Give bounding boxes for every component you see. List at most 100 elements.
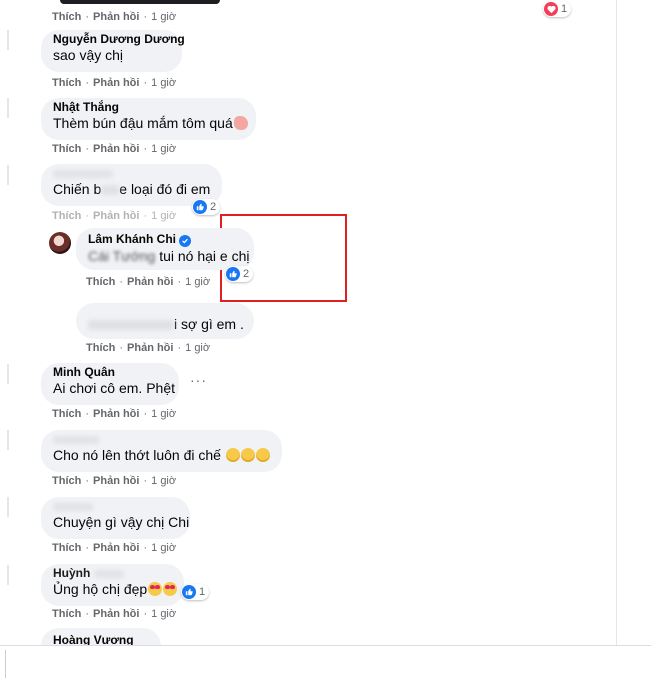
reaction-badge[interactable]: 2 — [225, 266, 254, 282]
comment-actions: Thích · Phản hồi · 1 giờ — [52, 77, 177, 89]
timestamp: 1 giờ — [151, 475, 177, 487]
grin-emoji — [255, 448, 270, 462]
reaction-count: 1 — [561, 3, 568, 15]
comment-text: Ai chơi cô em. Phệt — [53, 380, 176, 396]
comment-bubble: Huỳnh Ủng hộ chị đẹp — [41, 564, 184, 606]
reaction-count: 2 — [243, 268, 250, 280]
grin-emoji — [225, 448, 240, 462]
comment-author[interactable]: Huỳnh — [53, 566, 172, 580]
like-link[interactable]: Thích — [52, 11, 81, 23]
reply-link[interactable]: Phản hồi — [127, 342, 173, 354]
comment-author[interactable]: Minh Quân — [53, 365, 167, 379]
blurred-text — [88, 320, 174, 331]
shrimp-emoji — [233, 116, 248, 130]
thread-line — [7, 165, 9, 185]
like-link[interactable]: Thích — [52, 608, 81, 620]
reply-link[interactable]: Phản hồi — [93, 608, 139, 620]
comment-author[interactable]: Lâm Khánh Chi — [88, 232, 242, 247]
media-strip — [60, 0, 220, 4]
reaction-count: 2 — [210, 201, 217, 213]
comment-author[interactable] — [53, 499, 178, 513]
comment-actions: Thích · Phản hồi · 1 giờ — [52, 542, 177, 554]
blurred-name — [93, 569, 124, 578]
timestamp: 1 giờ — [151, 542, 177, 554]
verified-icon — [179, 235, 192, 247]
comment-author[interactable] — [53, 166, 210, 180]
like-icon — [226, 267, 240, 281]
comment-author[interactable]: Nguyễn Dương Dương — [53, 32, 185, 46]
reply-link[interactable]: Phản hồi — [93, 542, 139, 554]
heart-icon — [544, 2, 558, 16]
grin-emoji — [240, 448, 255, 462]
like-icon — [193, 200, 207, 214]
comment-bubble: Minh Quân Ai chơi cô em. Phệt — [41, 363, 179, 405]
comment-author[interactable] — [53, 432, 270, 446]
comment-text: Cho nó lên thớt luôn đi chế — [53, 446, 270, 464]
timestamp: 1 giờ — [151, 143, 177, 155]
bottom-edge — [5, 650, 6, 678]
like-link[interactable]: Thích — [52, 210, 81, 222]
like-link[interactable]: Thích — [52, 475, 81, 487]
like-icon — [182, 585, 196, 599]
comment-text: Chuyện gì vậy chị Chi — [53, 514, 190, 530]
page-divider — [616, 0, 617, 645]
comment-bubble: Cho nó lên thớt luôn đi chế — [41, 430, 282, 472]
timestamp: 1 giờ — [151, 408, 177, 420]
like-link[interactable]: Thích — [52, 143, 81, 155]
thread-line — [7, 364, 9, 384]
reply-link[interactable]: Phản hồi — [93, 210, 139, 222]
blurred-name — [53, 169, 113, 178]
avatar[interactable] — [49, 232, 71, 254]
reaction-count: 1 — [199, 586, 206, 598]
timestamp: 1 giờ — [185, 342, 211, 354]
comment-text: i sợ gì em . — [88, 315, 244, 333]
reaction-badge[interactable]: 2 — [192, 199, 221, 215]
reply-link[interactable]: Phản hồi — [127, 276, 173, 288]
comment-actions: Thích · Phản hồi · 1 giờ — [52, 408, 177, 420]
reply-link[interactable]: Phản hồi — [93, 143, 139, 155]
comment-text: Chiến be loại đó đi em — [53, 181, 211, 197]
reply-link[interactable]: Phản hồi — [93, 408, 139, 420]
timestamp: 1 giờ — [151, 210, 177, 222]
comment-text: Cái Tướng tui nó hại e chị — [88, 248, 250, 264]
comment-bubble: Nguyễn Dương Dương sao vậy chị — [41, 30, 185, 72]
more-icon[interactable]: ··· — [190, 372, 207, 388]
comment-text: Thèm bún đậu mắm tôm quá — [53, 114, 248, 132]
comment-actions: Thích · Phản hồi · 1 giờ — [52, 608, 177, 620]
blurred-name — [53, 435, 99, 444]
blurred-name — [53, 502, 93, 511]
reply-link[interactable]: Phản hồi — [93, 11, 139, 23]
thread-line — [7, 30, 9, 50]
timestamp: 1 giờ — [185, 276, 211, 288]
thread-line — [7, 98, 9, 118]
like-link[interactable]: Thích — [86, 342, 115, 354]
reaction-badge[interactable]: 1 — [543, 1, 572, 17]
reaction-badge[interactable]: 1 — [181, 584, 210, 600]
like-link[interactable]: Thích — [86, 276, 115, 288]
thread-line — [7, 497, 9, 517]
timestamp: 1 giờ — [151, 608, 177, 620]
comment-bubble: Lâm Khánh Chi Cái Tướng tui nó hại e chị — [76, 228, 254, 270]
comment-actions: Thích · Phản hồi · 1 giờ — [86, 342, 211, 354]
comment-bubble: Nhật Thắng Thèm bún đậu mắm tôm quá — [41, 98, 256, 140]
like-link[interactable]: Thích — [52, 77, 81, 89]
like-link[interactable]: Thích — [52, 408, 81, 420]
timestamp: 1 giờ — [151, 11, 177, 23]
comment-bubble: Chuyện gì vậy chị Chi — [41, 497, 190, 539]
comment-actions: Thích · Phản hồi · 1 giờ — [52, 143, 177, 155]
thread-line — [7, 565, 9, 585]
like-link[interactable]: Thích — [52, 542, 81, 554]
comment-bubble: i sợ gì em . — [76, 303, 254, 339]
comment-actions: Thích · Phản hồi · 1 giờ — [52, 475, 177, 487]
comment-actions: Thích · Phản hồi · 1 giờ — [52, 11, 177, 23]
reply-link[interactable]: Phản hồi — [93, 77, 139, 89]
comment-text: sao vậy chị — [53, 47, 124, 63]
reply-link[interactable]: Phản hồi — [93, 475, 139, 487]
comment-actions: Thích · Phản hồi · 1 giờ — [52, 210, 177, 222]
comment-actions: Thích · Phản hồi · 1 giờ — [86, 276, 211, 288]
comment-text: Ủng hộ chị đẹp — [53, 580, 178, 598]
comment-author[interactable]: Nhật Thắng — [53, 100, 244, 114]
heart-eyes-emoji — [148, 582, 163, 596]
timestamp: 1 giờ — [151, 77, 177, 89]
blurred-text — [101, 185, 120, 196]
